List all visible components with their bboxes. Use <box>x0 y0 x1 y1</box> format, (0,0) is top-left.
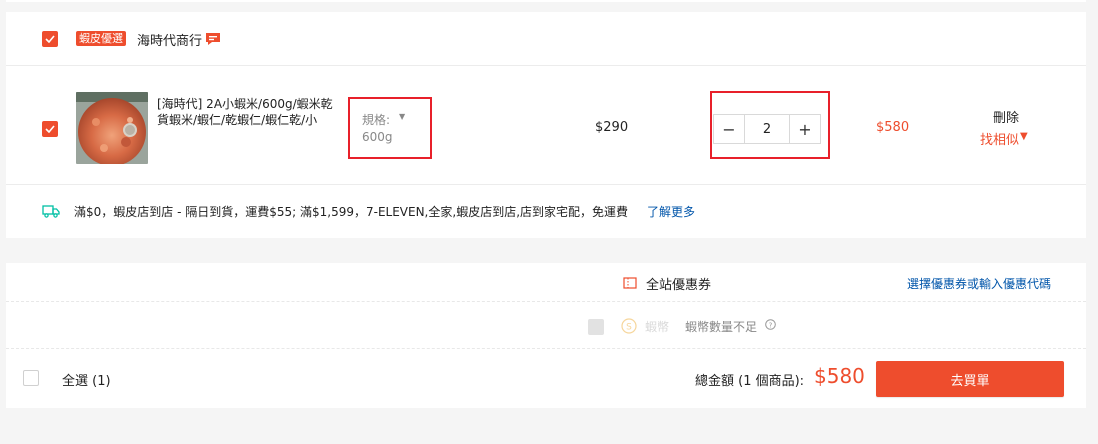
coin-icon: S <box>621 318 637 337</box>
shop-header-divider <box>6 65 1086 66</box>
select-voucher-link[interactable]: 選擇優惠券或輸入優惠代碼 <box>907 275 1051 292</box>
total-label: 總金額 (1 個商品): <box>695 374 805 389</box>
item-checkbox[interactable] <box>42 121 58 137</box>
checkout-summary: 全站優惠券 選擇優惠券或輸入優惠代碼 S 蝦幣 蝦幣數量不足 ? 全選 (1) … <box>6 263 1086 408</box>
item-divider <box>6 184 1086 185</box>
voucher-icon <box>623 276 637 293</box>
unit-price: $290 <box>595 120 629 135</box>
coins-divider <box>6 348 1086 349</box>
svg-text:S: S <box>626 323 632 333</box>
voucher-divider <box>6 301 1086 302</box>
variation-label[interactable]: 規格: <box>362 111 390 128</box>
coins-checkbox[interactable] <box>588 319 604 335</box>
chat-icon[interactable] <box>205 31 221 50</box>
variation-highlight-box <box>348 97 432 159</box>
caret-down-icon[interactable]: ▼ <box>1020 131 1028 142</box>
variation-value: 600g <box>362 130 393 144</box>
decrease-button[interactable]: − <box>714 115 744 143</box>
voucher-label: 全站優惠券 <box>646 278 712 293</box>
shop-name[interactable]: 海時代商行 <box>137 30 202 49</box>
help-icon[interactable]: ? <box>765 319 776 333</box>
check-icon <box>45 35 55 43</box>
product-image[interactable] <box>76 92 148 164</box>
checkout-button[interactable]: 去買單 <box>876 361 1064 397</box>
select-all-label[interactable]: 全選 (1) <box>62 370 111 389</box>
svg-text:?: ? <box>769 321 773 329</box>
item-title[interactable]: [海時代] 2A小蝦米/600g/蝦米乾貨蝦米/蝦仁/乾蝦仁/蝦仁乾/小蝦… <box>157 96 339 128</box>
quantity-input[interactable]: 2 <box>744 115 790 143</box>
select-all-checkbox[interactable] <box>23 370 39 386</box>
shop-checkbox[interactable] <box>42 31 58 47</box>
quantity-stepper: − 2 + <box>713 114 821 144</box>
caret-down-icon[interactable]: ▼ <box>399 112 405 121</box>
coins-status: 蝦幣數量不足 <box>685 320 758 334</box>
total-amount: $580 <box>814 364 865 388</box>
shop-card: 蝦皮優選 海時代商行 [海時代] 2A小蝦米/600g/蝦米乾貨蝦米/蝦仁/乾蝦… <box>6 12 1086 238</box>
delete-button[interactable]: 刪除 <box>993 107 1019 126</box>
find-similar-button[interactable]: 找相似 <box>980 129 1019 148</box>
shipping-info: 滿$0，蝦皮店到店 - 隔日到貨，運費$55; 滿$1,599，7-ELEVEN… <box>74 205 629 219</box>
coins-label: 蝦幣 <box>645 320 670 334</box>
learn-more-link[interactable]: 了解更多 <box>647 203 695 220</box>
previous-card-edge <box>6 0 1086 2</box>
increase-button[interactable]: + <box>790 115 820 143</box>
preferred-badge: 蝦皮優選 <box>76 31 126 46</box>
truck-icon <box>42 204 60 221</box>
check-icon <box>45 125 55 133</box>
item-total: $580 <box>876 120 910 135</box>
